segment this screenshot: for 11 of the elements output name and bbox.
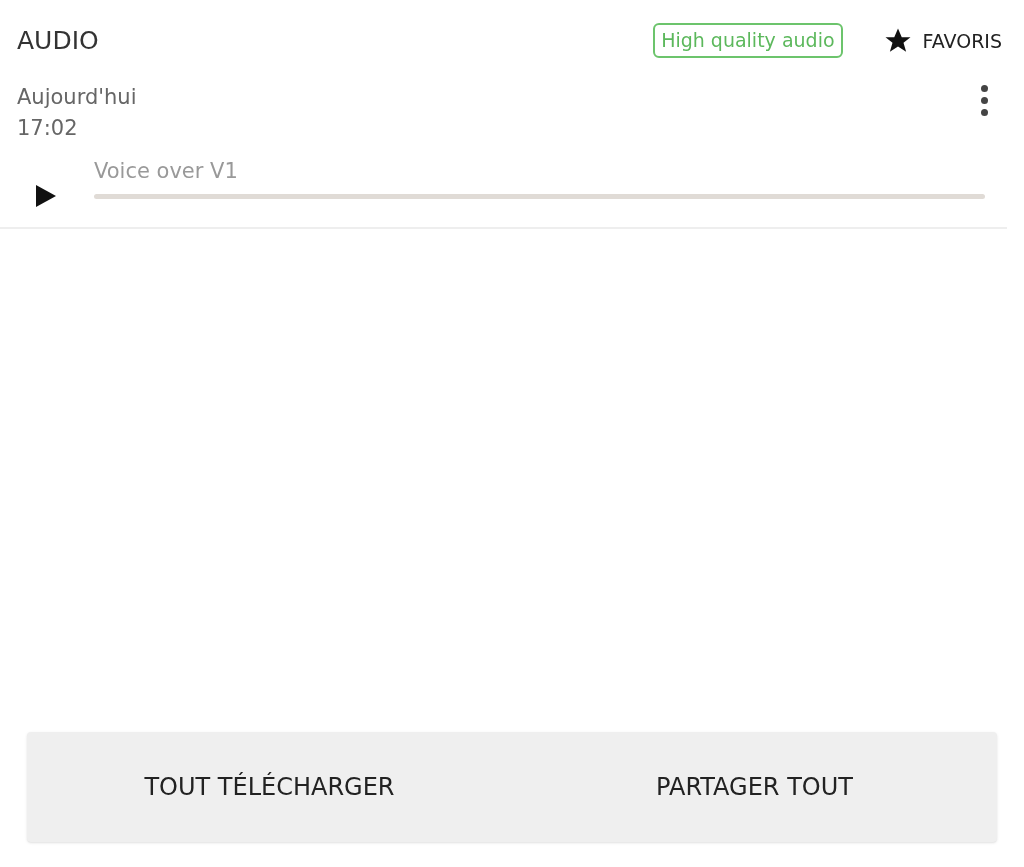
section-title: AUDIO bbox=[17, 25, 100, 57]
track-name: Voice over V1 bbox=[94, 157, 239, 184]
action-button[interactable]: PARTAGER TOUT bbox=[512, 732, 997, 842]
progress-track[interactable] bbox=[94, 193, 985, 199]
favorites-button[interactable]: FAVORIS bbox=[882, 25, 1002, 56]
quality-badge: High quality audio bbox=[653, 23, 843, 59]
recording-time: 17:02 bbox=[17, 114, 79, 142]
recording-date: Aujourd'hui bbox=[17, 83, 138, 111]
play-button[interactable] bbox=[36, 184, 56, 207]
action-button[interactable]: TOUT TÉLÉCHARGER bbox=[27, 732, 512, 842]
play-icon bbox=[36, 184, 56, 207]
